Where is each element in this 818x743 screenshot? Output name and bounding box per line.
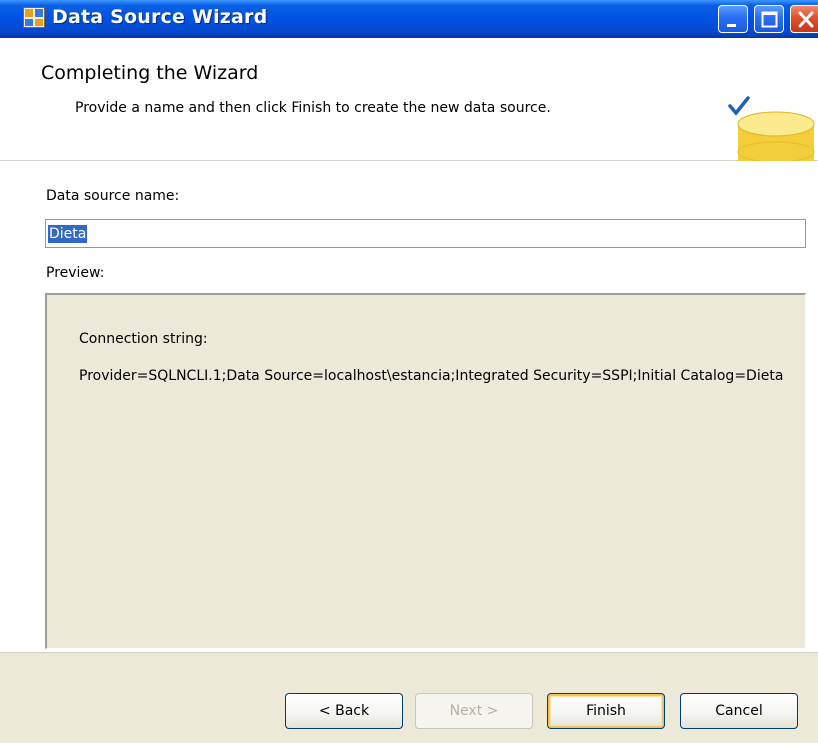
cancel-button[interactable]: Cancel bbox=[680, 693, 798, 729]
wizard-footer: < Back Next > Finish Cancel bbox=[0, 652, 818, 743]
title-bar[interactable]: Data Source Wizard bbox=[0, 0, 818, 38]
data-source-wizard-window: Data Source Wizard Completing the Wizard… bbox=[0, 0, 818, 743]
maximize-icon bbox=[761, 11, 778, 28]
wizard-header: Completing the Wizard Provide a name and… bbox=[0, 38, 818, 198]
connection-string-value: Provider=SQLNCLI.1;Data Source=localhost… bbox=[79, 368, 784, 384]
maximize-button[interactable] bbox=[754, 5, 784, 33]
close-icon bbox=[798, 11, 814, 28]
back-button[interactable]: < Back bbox=[285, 693, 403, 729]
minimize-icon bbox=[727, 24, 736, 27]
close-button[interactable] bbox=[790, 5, 818, 33]
data-source-name-label: Data source name: bbox=[46, 188, 180, 204]
next-button[interactable]: Next > bbox=[415, 693, 533, 729]
data-source-name-input[interactable]: Dieta bbox=[45, 219, 806, 248]
preview-panel: Connection string: Provider=SQLNCLI.1;Da… bbox=[45, 293, 806, 649]
page-title: Completing the Wizard bbox=[41, 62, 259, 84]
minimize-button[interactable] bbox=[718, 5, 748, 33]
preview-label: Preview: bbox=[46, 265, 105, 281]
page-subtitle: Provide a name and then click Finish to … bbox=[75, 100, 551, 116]
data-source-name-value: Dieta bbox=[48, 225, 88, 243]
connection-string-label: Connection string: bbox=[79, 331, 208, 347]
data-source-wizard-icon bbox=[23, 7, 45, 28]
finish-button[interactable]: Finish bbox=[547, 693, 665, 729]
window-title: Data Source Wizard bbox=[52, 6, 268, 28]
